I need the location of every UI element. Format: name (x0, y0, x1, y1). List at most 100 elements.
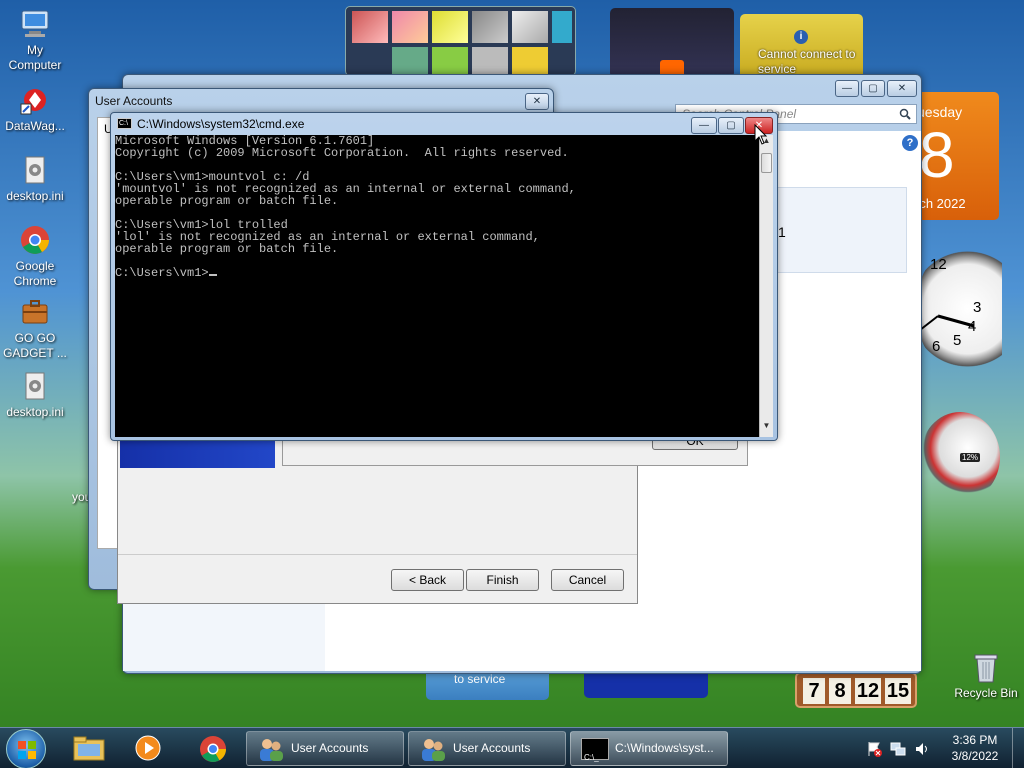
tile-image (432, 47, 468, 75)
console-line: Copyright (c) 2009 Microsoft Corporation… (115, 146, 569, 160)
taskbar-button-user-accounts-2[interactable]: User Accounts (408, 731, 566, 766)
clock-gadget[interactable]: 12 3 6 5 4 (916, 246, 1002, 372)
action-center-icon[interactable] (866, 741, 882, 757)
explorer-pin[interactable] (72, 734, 106, 762)
mouse-pointer-icon (754, 124, 768, 145)
scroll-down-icon[interactable]: ▼ (761, 421, 772, 435)
tile-image (352, 11, 388, 43)
desktop-icon-desktop-ini-2[interactable]: desktop.ini (0, 370, 70, 420)
weather-status-bottom: to service (454, 672, 506, 686)
desktop-icon-label: GO GO GADGET ... (3, 331, 67, 360)
media-player-pin[interactable] (134, 734, 162, 762)
scroll-thumb[interactable] (761, 153, 772, 173)
cmd-icon: C:\ (117, 118, 132, 129)
desktop-icon-label: desktop.ini (6, 405, 64, 419)
console-output: Microsoft Windows [Version 6.1.7601] Copy… (115, 135, 755, 435)
clock-date[interactable]: 3/8/2022 (942, 749, 1008, 764)
calendar-date: 8 (919, 119, 955, 191)
cancel-button[interactable]: Cancel (551, 569, 624, 591)
tile-image (432, 11, 468, 43)
chrome-icon (19, 224, 51, 256)
desktop-icon-go-go-gadget[interactable]: GO GO GADGET ... (0, 296, 70, 361)
window-title: User Accounts (95, 94, 173, 108)
computer-icon (19, 8, 51, 40)
counter-digit: 7 (803, 678, 825, 704)
cmd-icon: C:\_ (581, 738, 609, 762)
console-prompt: C:\Users\vm1> (115, 266, 209, 280)
scrollbar[interactable]: ▲ ▼ (759, 135, 773, 437)
minimize-button[interactable]: — (691, 117, 717, 134)
console-line: operable program or batch file. (115, 194, 339, 208)
tile-image (472, 11, 508, 43)
info-panel: 1 (765, 187, 907, 273)
briefcase-icon (19, 296, 51, 328)
recycle-bin-icon (972, 652, 1000, 684)
desktop-icon-label: desktop.ini (6, 189, 64, 203)
network-icon[interactable] (890, 741, 906, 757)
taskbar-button-label: User Accounts (453, 741, 531, 755)
text-cursor (208, 274, 217, 276)
counter-digit: 8 (829, 678, 851, 704)
help-icon[interactable]: ? (902, 135, 918, 151)
tile-image (512, 47, 548, 75)
datawag-icon (19, 84, 51, 116)
desktop-icon-datawag[interactable]: DataWag... (0, 84, 70, 134)
desktop-icon-google-chrome[interactable]: Google Chrome (0, 224, 70, 289)
settings-file-icon (19, 154, 51, 186)
recycle-bin-label: Recycle Bin (954, 686, 1018, 700)
tile-image (512, 11, 548, 43)
media-player-icon (135, 735, 161, 761)
volume-icon[interactable] (914, 741, 930, 757)
desktop-icon-my-computer[interactable]: My Computer (0, 8, 70, 73)
calendar-day: uesday (917, 104, 963, 120)
back-button[interactable]: < Back (391, 569, 464, 591)
maximize-button[interactable]: ▢ (718, 117, 744, 134)
clock-time[interactable]: 3:36 PM (942, 733, 1008, 748)
console-line: operable program or batch file. (115, 242, 339, 256)
search-icon[interactable] (899, 108, 911, 120)
console-prompt-line[interactable]: C:\Users\vm1> (115, 267, 755, 279)
settings-file-icon (19, 370, 51, 402)
weather-gadget[interactable]: i Cannot connect to service (740, 14, 863, 80)
weather-status: Cannot connect to service (758, 47, 856, 76)
chrome-icon (200, 736, 227, 762)
finish-button[interactable]: Finish (466, 569, 539, 591)
cpu-meter-gadget[interactable]: 12% (920, 412, 1000, 502)
info-icon: i (794, 30, 808, 44)
desktop-icon-recycle-bin[interactable]: Recycle Bin (950, 652, 1022, 700)
desktop-icon-label: Google Chrome (13, 259, 57, 288)
close-button[interactable]: ✕ (525, 93, 549, 110)
tile-image (392, 47, 428, 75)
tile-image (552, 11, 572, 43)
partial-digit: 1 (778, 224, 786, 240)
taskbar: User Accounts User Accounts C:\_ C:\Wind… (0, 727, 1024, 768)
desktop-icon-label: My Computer (8, 43, 62, 72)
tile-image (472, 47, 508, 75)
feed-gadget[interactable] (610, 8, 734, 78)
calendar-month-year: rch 2022 (915, 196, 966, 211)
taskbar-button-cmd[interactable]: C:\_ C:\Windows\syst... (570, 731, 728, 766)
chrome-pin[interactable] (198, 734, 228, 764)
start-button[interactable] (6, 729, 46, 768)
clock-hands (919, 314, 975, 331)
taskbar-button-label: User Accounts (291, 741, 369, 755)
counter-gadget[interactable]: 7 8 12 15 (795, 672, 917, 708)
tile-image (392, 11, 428, 43)
wizard-banner (120, 437, 275, 468)
minimize-button[interactable]: — (835, 80, 859, 97)
maximize-button[interactable]: ▢ (861, 80, 885, 97)
counter-digit: 15 (885, 678, 911, 704)
counter-digit: 12 (855, 678, 881, 704)
close-button[interactable]: ✕ (887, 80, 917, 97)
desktop-icon-label: DataWag... (5, 119, 65, 133)
calendar-gadget[interactable]: uesday 8 rch 2022 (915, 92, 999, 220)
divider (118, 554, 637, 555)
desktop-icon-desktop-ini[interactable]: desktop.ini (0, 154, 70, 204)
show-desktop-button[interactable] (1012, 728, 1024, 768)
taskbar-button-user-accounts-1[interactable]: User Accounts (246, 731, 404, 766)
cmd-title: C:\Windows\system32\cmd.exe (137, 117, 305, 131)
users-icon (422, 739, 445, 761)
taskbar-button-label: C:\Windows\syst... (615, 741, 714, 755)
folder-icon (73, 736, 105, 761)
slideshow-gadget[interactable] (345, 6, 576, 76)
